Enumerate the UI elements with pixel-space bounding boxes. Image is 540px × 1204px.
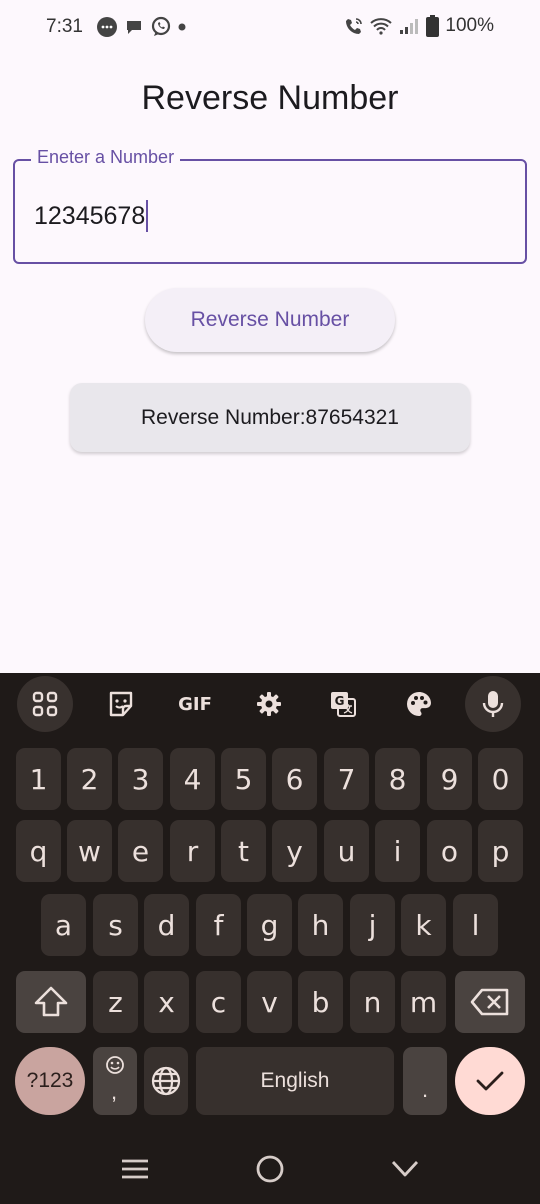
number-input[interactable]: 12345678 [34,200,149,232]
number-input-field[interactable]: Eneter a Number 12345678 [13,147,527,264]
key-5[interactable]: 5 [221,748,266,810]
wifi-icon [370,18,393,35]
input-value: 12345678 [34,201,146,230]
key-9[interactable]: 9 [427,748,472,810]
sticker-icon[interactable] [93,676,149,732]
status-time: 7:31 [46,16,83,37]
messages-icon [97,17,117,37]
navigation-bar [0,1135,540,1204]
battery-percent: 100% [445,15,494,36]
result-display: Reverse Number:87654321 [70,383,470,452]
notification-icons [96,16,186,38]
period-key[interactable]: . [403,1047,447,1115]
key-3[interactable]: 3 [118,748,163,810]
page-title: Reverse Number [141,79,399,117]
key-e[interactable]: e [118,820,163,882]
key-z[interactable]: z [93,971,138,1033]
emoji-icon [106,1056,124,1074]
enter-key[interactable] [455,1047,525,1115]
svg-text:G: G [335,694,345,708]
menu-icon[interactable] [115,1149,155,1189]
globe-icon [151,1066,181,1096]
whatsapp-icon [151,16,171,36]
key-i[interactable]: i [375,820,420,882]
key-7[interactable]: 7 [324,748,369,810]
mic-icon[interactable] [465,676,521,732]
key-1[interactable]: 1 [16,748,61,810]
key-4[interactable]: 4 [170,748,215,810]
shift-icon [34,986,68,1017]
key-o[interactable]: o [427,820,472,882]
gif-label: GIF [178,693,212,715]
comma-label: , [111,1079,118,1104]
system-status: 100% [344,15,494,37]
key-t[interactable]: t [221,820,266,882]
key-y[interactable]: y [272,820,317,882]
backspace-key[interactable] [455,971,525,1033]
dot-icon [178,23,186,31]
key-u[interactable]: u [324,820,369,882]
settings-icon[interactable] [241,676,297,732]
key-j[interactable]: j [350,894,395,956]
key-a[interactable]: a [41,894,86,956]
wifi-calling-icon [346,18,363,34]
key-q[interactable]: q [16,820,61,882]
palette-icon[interactable] [391,676,447,732]
home-icon[interactable] [250,1149,290,1189]
key-x[interactable]: x [144,971,189,1033]
symbols-key[interactable]: ?123 [15,1047,85,1115]
key-8[interactable]: 8 [375,748,420,810]
key-c[interactable]: c [196,971,241,1033]
reverse-number-button[interactable]: Reverse Number [145,288,395,352]
key-w[interactable]: w [67,820,112,882]
signal-icon [400,19,419,34]
key-f[interactable]: f [196,894,241,956]
back-chevron-icon[interactable] [385,1149,425,1189]
space-key[interactable]: English [196,1047,394,1115]
battery-icon [426,15,440,37]
key-2[interactable]: 2 [67,748,112,810]
translate-icon[interactable]: G [315,676,371,732]
key-r[interactable]: r [170,820,215,882]
gif-button[interactable]: GIF [167,676,223,732]
key-p[interactable]: p [478,820,523,882]
key-h[interactable]: h [298,894,343,956]
status-bar: 7:31 100% [0,0,540,56]
apps-grid-icon[interactable] [17,676,73,732]
shift-key[interactable] [16,971,86,1033]
key-g[interactable]: g [247,894,292,956]
key-b[interactable]: b [298,971,343,1033]
key-0[interactable]: 0 [478,748,523,810]
key-m[interactable]: m [401,971,446,1033]
text-caret [146,200,149,232]
language-key[interactable] [144,1047,188,1115]
key-k[interactable]: k [401,894,446,956]
key-d[interactable]: d [144,894,189,956]
check-icon [476,1071,504,1091]
key-n[interactable]: n [350,971,395,1033]
chat-icon [127,21,141,34]
backspace-icon [470,988,509,1016]
key-l[interactable]: l [453,894,498,956]
key-6[interactable]: 6 [272,748,317,810]
emoji-comma-key[interactable]: , [93,1047,137,1115]
input-label: Eneter a Number [31,147,181,168]
key-s[interactable]: s [93,894,138,956]
key-v[interactable]: v [247,971,292,1033]
